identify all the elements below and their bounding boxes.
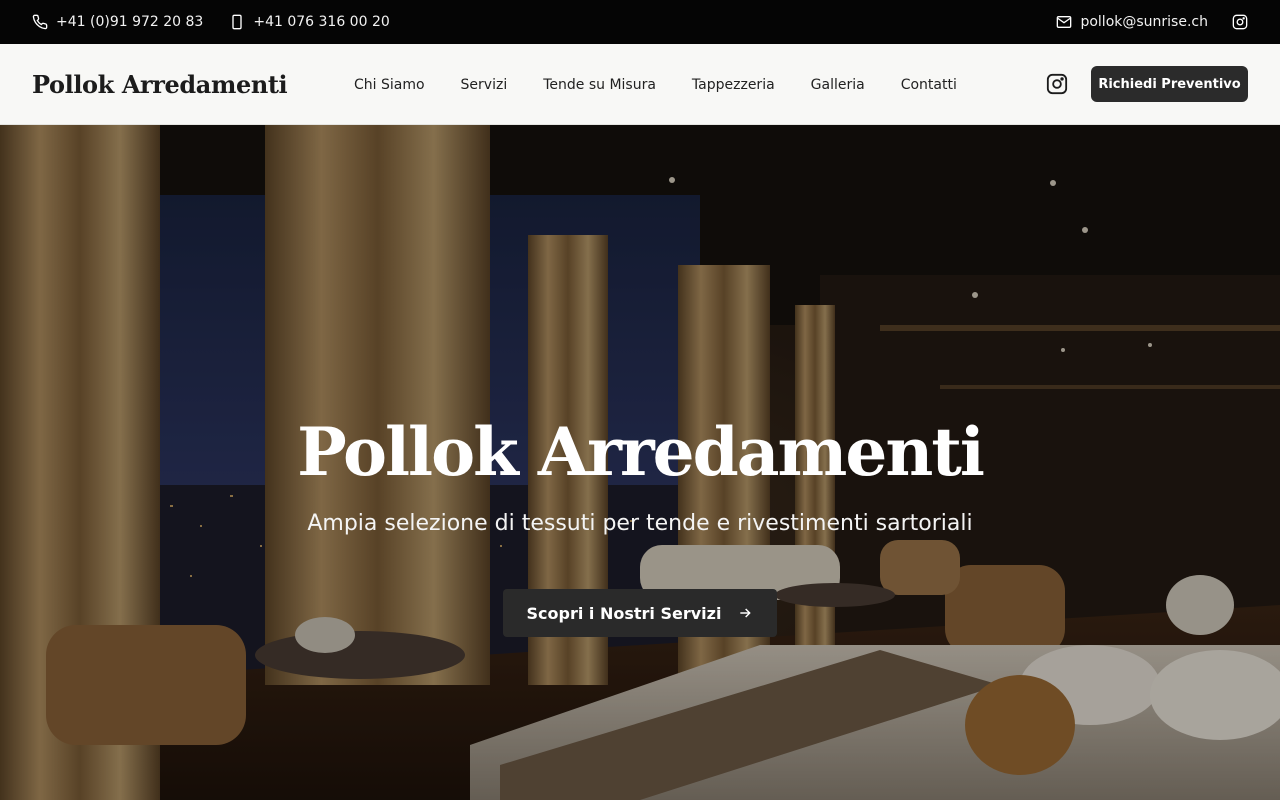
phone-number: +41 (0)91 972 20 83 xyxy=(56,14,204,30)
request-quote-button[interactable]: Richiedi Preventivo xyxy=(1091,66,1248,102)
email-link[interactable]: pollok@sunrise.ch xyxy=(1056,14,1208,30)
arrow-right-icon xyxy=(740,608,752,618)
contact-bar: +41 (0)91 972 20 83 +41 076 316 00 20 po… xyxy=(0,0,1280,44)
nav-contatti[interactable]: Contatti xyxy=(901,77,957,93)
phone-link[interactable]: +41 (0)91 972 20 83 xyxy=(32,14,203,30)
nav-galleria[interactable]: Galleria xyxy=(811,77,865,93)
nav-servizi[interactable]: Servizi xyxy=(461,77,508,93)
instagram-icon[interactable] xyxy=(1046,73,1068,95)
hero-section: Pollok Arredamenti Ampia selezione di te… xyxy=(0,125,1280,800)
mobile-icon xyxy=(232,14,243,30)
hero-subtitle: Ampia selezione di tessuti per tende e r… xyxy=(307,511,973,536)
mobile-link[interactable]: +41 076 316 00 20 xyxy=(229,14,390,30)
nav-tappezzeria[interactable]: Tappezzeria xyxy=(692,77,775,93)
hero-title: Pollok Arredamenti xyxy=(297,413,985,491)
discover-services-button[interactable]: Scopri i Nostri Servizi xyxy=(503,589,777,637)
mail-icon xyxy=(1057,16,1072,28)
main-navigation: Pollok Arredamenti Chi Siamo Servizi Ten… xyxy=(0,44,1280,125)
mobile-number: +41 076 316 00 20 xyxy=(253,14,390,30)
discover-services-label: Scopri i Nostri Servizi xyxy=(526,603,722,623)
nav-tende-su-misura[interactable]: Tende su Misura xyxy=(543,77,656,93)
phone-icon xyxy=(32,14,48,30)
instagram-icon[interactable] xyxy=(1232,14,1248,30)
brand-logo[interactable]: Pollok Arredamenti xyxy=(32,70,288,99)
nav-chi-siamo[interactable]: Chi Siamo xyxy=(354,77,425,93)
email-address: pollok@sunrise.ch xyxy=(1080,14,1208,30)
nav-menu: Chi Siamo Servizi Tende su Misura Tappez… xyxy=(354,44,957,125)
